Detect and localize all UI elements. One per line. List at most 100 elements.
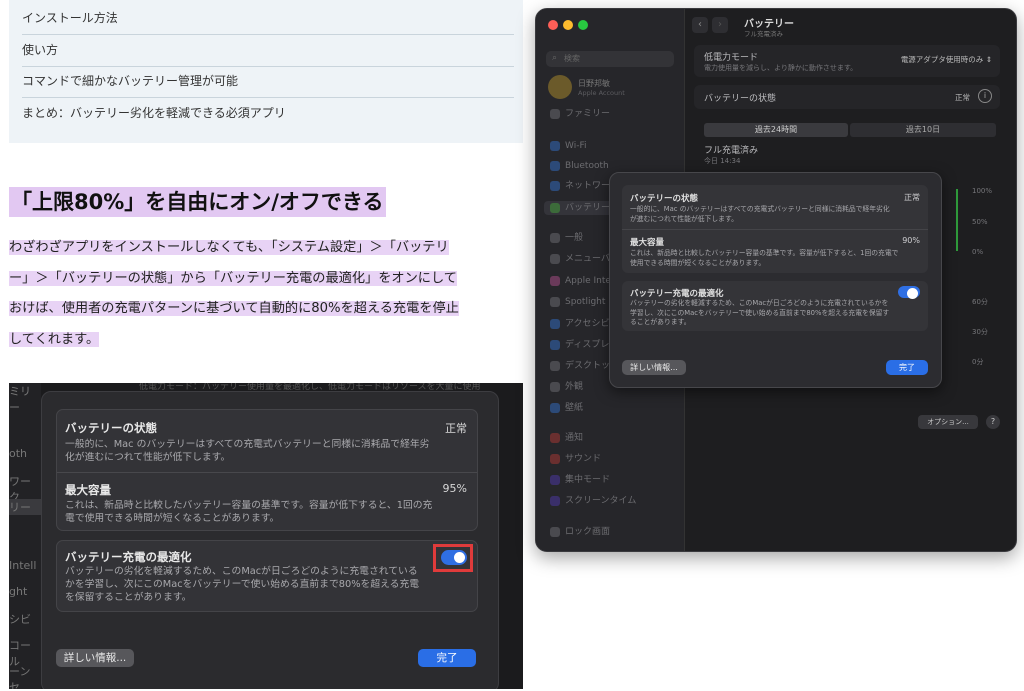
help-button[interactable]: ?	[986, 415, 1000, 429]
tab-24h[interactable]: 過去24時間	[704, 123, 848, 137]
network-icon	[550, 180, 560, 191]
wifi-icon	[550, 140, 560, 151]
toc-link-commands[interactable]: コマンドで細かなバッテリー管理が可能	[22, 66, 514, 98]
appearance-icon	[550, 381, 560, 392]
forward-button[interactable]: ›	[712, 17, 728, 33]
sidebar-item-lockscreen[interactable]: ロック画面	[550, 525, 610, 539]
toc-link-summary[interactable]: まとめ：バッテリー劣化を軽減できる必須アプリ	[22, 98, 514, 129]
low-power-select[interactable]: 電源アダプタ使用時のみ ⇕	[901, 54, 992, 65]
moon-icon	[550, 474, 560, 485]
paragraph-line: ー」＞「バッテリーの状態」から「バッテリー充電の最適化」をオンにして	[9, 270, 457, 286]
sidebar-item-wallpaper[interactable]: 壁紙	[550, 401, 583, 415]
popup-health-desc: 一般的に、Mac のバッテリーはすべての充電式バッテリーと同様に消耗品で経年劣化…	[630, 205, 890, 223]
sidebar-item-label: 一般	[565, 233, 584, 243]
sidebar-item-label: Bluetooth	[565, 161, 609, 171]
avatar[interactable]	[548, 75, 572, 99]
popup-health-group: バッテリーの状態 正常 一般的に、Mac のバッテリーはすべての充電式バッテリー…	[622, 185, 928, 273]
sidebar-fragment: ght	[9, 585, 28, 598]
y-axis-label: 30分	[972, 328, 988, 336]
sidebar-item-spotlight[interactable]: Spotlight	[550, 295, 605, 309]
sidebar-item-focus[interactable]: 集中モード	[550, 473, 610, 487]
low-power-value: 電源アダプタ使用時のみ	[900, 55, 984, 64]
paragraph-line: わざわざアプリをインストールしなくても、「システム設定」＞「バッテリ	[9, 240, 449, 255]
battery-health-row[interactable]: バッテリーの状態 正常 i	[694, 85, 1000, 109]
y-axis-label: 0分	[972, 358, 984, 366]
popup-capacity-title: 最大容量	[630, 238, 665, 248]
y-axis-label: 0%	[972, 248, 984, 256]
sidebar-item-wifi[interactable]: Wi-Fi	[550, 139, 586, 153]
accessibility-icon	[550, 318, 560, 329]
wallpaper-icon	[550, 402, 560, 413]
search-placeholder: 検索	[564, 54, 580, 63]
y-axis-label: 50%	[972, 218, 988, 226]
table-of-contents: インストール方法 使い方 コマンドで細かなバッテリー管理が可能 まとめ：バッテリ…	[9, 0, 523, 143]
divider	[622, 229, 928, 230]
close-window-button[interactable]	[548, 20, 558, 30]
sidebar-item-label: 通知	[565, 433, 584, 443]
done-button[interactable]: 完了	[418, 649, 476, 667]
zoomed-screenshot: ミリー oth ワーク リー Intell ght シビ コール ーンセ 低電力…	[9, 383, 523, 689]
spotlight-icon	[550, 296, 560, 307]
capacity-value: 95%	[442, 482, 467, 495]
bluetooth-icon	[550, 160, 560, 171]
health-label: バッテリーの状態	[704, 94, 777, 104]
toc-link-usage[interactable]: 使い方	[22, 35, 514, 67]
popup-capacity-value: 90%	[902, 236, 920, 245]
low-power-label: 低電力モード	[704, 53, 759, 63]
minimize-window-button[interactable]	[563, 20, 573, 30]
sidebar-fragment: ミリー	[9, 385, 31, 414]
zoom-window-button[interactable]	[578, 20, 588, 30]
family-icon	[550, 108, 560, 119]
sidebar-item-sound[interactable]: サウンド	[550, 452, 601, 466]
sidebar-item-family[interactable]: ファミリー	[550, 107, 610, 121]
user-account-label: Apple Account	[578, 89, 625, 97]
back-button[interactable]: ‹	[692, 17, 708, 33]
health-value: 正常	[445, 422, 467, 435]
charge-time: 今日 14:34	[704, 157, 741, 165]
capacity-description: これは、新品時と比較したバッテリー容量の基準です。容量が低下すると、1回の充電で…	[65, 500, 433, 524]
desktop-icon	[550, 360, 560, 371]
battery-level-bar	[956, 189, 958, 251]
search-field[interactable]: ⌕ 検索	[546, 51, 674, 67]
sidebar-fragment: シビ	[9, 613, 31, 626]
options-button[interactable]: オプション...	[918, 415, 978, 429]
sidebar-fragment: リー	[9, 499, 41, 515]
details-button[interactable]: 詳しい情報...	[56, 649, 134, 667]
sidebar-item-screentime[interactable]: スクリーンタイム	[550, 494, 636, 508]
optimize-title: バッテリー充電の最適化	[65, 550, 192, 564]
optimize-group: バッテリー充電の最適化 バッテリーの劣化を軽減するため、このMacが日ごろどのよ…	[56, 540, 478, 612]
gear-icon	[550, 232, 560, 243]
popup-optimize-desc: バッテリーの劣化を軽減するため、このMacが日ごろどのように充電されているかを学…	[630, 299, 890, 326]
sidebar-item-appearance[interactable]: 外観	[550, 380, 583, 394]
battery-health-popup: バッテリーの状態 正常 一般的に、Mac のバッテリーはすべての充電式バッテリー…	[609, 172, 942, 388]
search-icon: ⌕	[552, 53, 558, 63]
health-title: バッテリーの状態	[65, 421, 157, 435]
bell-icon	[550, 432, 560, 443]
menubar-icon	[550, 253, 560, 264]
battery-health-sheet: バッテリーの状態 正常 一般的に、Mac のバッテリーはすべての充電式バッテリー…	[41, 391, 499, 689]
sidebar-item-label: ファミリー	[565, 109, 611, 119]
sidebar-fragment: Intell	[9, 559, 37, 572]
popup-done-button[interactable]: 完了	[886, 360, 928, 375]
cropped-sidebar: ミリー oth ワーク リー Intell ght シビ コール ーンセ	[9, 383, 41, 689]
sidebar-item-bluetooth[interactable]: Bluetooth	[550, 159, 609, 173]
y-axis-label: 60分	[972, 298, 988, 306]
sidebar-item-general[interactable]: 一般	[550, 231, 583, 245]
sidebar-item-label: バッテリー	[565, 203, 611, 213]
health-description: 一般的に、Mac のバッテリーはすべての充電式バッテリーと同様に消耗品で経年劣化…	[65, 439, 430, 463]
capacity-title: 最大容量	[65, 483, 111, 497]
sidebar-item-label: 外観	[565, 382, 584, 392]
optimize-toggle[interactable]	[441, 550, 467, 565]
battery-icon	[550, 202, 560, 213]
sidebar-fragment: ーンセ	[9, 665, 31, 689]
sidebar-item-notifications[interactable]: 通知	[550, 431, 583, 445]
popup-capacity-desc: これは、新品時と比較したバッテリー容量の基準です。容量が低下すると、1回の充電で…	[630, 249, 899, 267]
popup-details-button[interactable]: 詳しい情報...	[622, 360, 686, 375]
tab-10d[interactable]: 過去10日	[850, 123, 996, 137]
info-icon[interactable]: i	[978, 89, 992, 103]
toc-link-install[interactable]: インストール方法	[22, 3, 514, 35]
sidebar-item-label: 集中モード	[565, 475, 611, 485]
sidebar-item-label: ロック画面	[565, 527, 611, 537]
sidebar-item-label: Wi-Fi	[565, 141, 587, 151]
popup-optimize-toggle[interactable]	[898, 286, 920, 299]
